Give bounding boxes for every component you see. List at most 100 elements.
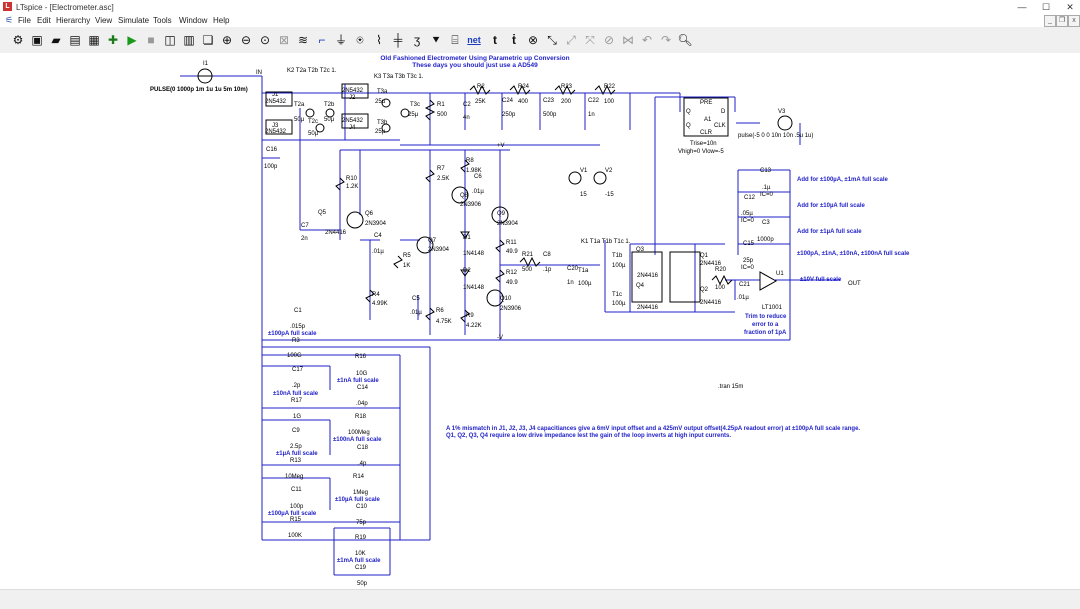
capacitor-icon[interactable]: ╪ bbox=[390, 32, 406, 48]
label-C19-value: 50p bbox=[357, 581, 368, 587]
run-icon[interactable]: ▶ bbox=[124, 32, 140, 48]
document-icon[interactable]: ⚟ bbox=[5, 15, 13, 26]
label-icon[interactable]: ⍟ bbox=[352, 32, 368, 48]
menu-simulate[interactable]: Simulate bbox=[118, 16, 149, 25]
label-C5-value: .01µ bbox=[410, 310, 422, 316]
label-C10: C10 bbox=[356, 504, 368, 510]
wire-icon[interactable]: ⌐ bbox=[314, 32, 330, 48]
text-icon[interactable]: t bbox=[487, 32, 503, 48]
tile-vertical-icon[interactable]: ▥ bbox=[181, 32, 197, 48]
component-icon[interactable]: ⌸ bbox=[447, 32, 463, 48]
label-R4-value: 4.99K bbox=[372, 301, 388, 307]
label-R3: R3 bbox=[292, 338, 300, 344]
label-C21: C21 bbox=[739, 282, 751, 288]
label-V1-value: 15 bbox=[580, 192, 587, 198]
label-C11-value: 100p bbox=[290, 504, 304, 510]
label-R20-value: 100 bbox=[715, 285, 726, 291]
menu-tools[interactable]: Tools bbox=[153, 16, 172, 25]
menu-edit[interactable]: Edit bbox=[37, 16, 51, 25]
print-icon[interactable]: ▦ bbox=[86, 32, 102, 48]
inductor-icon[interactable]: ʒ bbox=[409, 32, 425, 48]
label-T1a: T1a bbox=[578, 268, 589, 274]
label-Q10-value: 2N3906 bbox=[500, 306, 522, 312]
label-Q3-value: 2N4416 bbox=[637, 273, 659, 279]
menu-bar: ⚟ File Edit Hierarchy View Simulate Tool… bbox=[0, 14, 1080, 27]
label-Q6: Q6 bbox=[365, 211, 374, 217]
label-C17-full-scale: ±10nA full scale bbox=[273, 391, 319, 397]
label-C2: C2 bbox=[463, 102, 471, 108]
note-drive-impedance: Q1, Q2, Q3, Q4 require a low drive imped… bbox=[446, 433, 731, 439]
label-R21: R21 bbox=[522, 252, 534, 258]
diode-icon[interactable]: ⯆ bbox=[428, 32, 444, 48]
label-C3-value: 1000p bbox=[757, 237, 774, 243]
tile-horizontal-icon[interactable]: ◫ bbox=[162, 32, 178, 48]
menu-file[interactable]: File bbox=[18, 16, 31, 25]
spice-directive-tran[interactable]: .tran 15m bbox=[718, 384, 743, 390]
zoom-area-icon[interactable]: ⊙ bbox=[257, 32, 273, 48]
minimize-button[interactable]: — bbox=[1010, 1, 1034, 13]
spice-directive-icon[interactable]: ṫ bbox=[506, 32, 522, 48]
label-C17: C17 bbox=[292, 367, 304, 373]
find-icon[interactable]: 🔍︎ bbox=[677, 32, 693, 48]
autorange-icon[interactable]: ≋ bbox=[295, 32, 311, 48]
label-R19-value: 10K bbox=[355, 551, 366, 557]
label-R6-value: 4.75K bbox=[436, 319, 452, 325]
settings-gear-icon[interactable]: ⚙ bbox=[10, 32, 26, 48]
mdi-minimize-button[interactable]: _ bbox=[1044, 15, 1056, 27]
halt-icon[interactable]: ■ bbox=[143, 32, 159, 48]
label-Q: Q bbox=[686, 109, 691, 115]
zoom-in-icon[interactable]: ⊕ bbox=[219, 32, 235, 48]
label-C14-value: .04p bbox=[356, 401, 368, 407]
save-icon[interactable]: ▤ bbox=[67, 32, 83, 48]
label-10V-full-scale: ±10V full scale bbox=[800, 277, 842, 283]
menu-help[interactable]: Help bbox=[213, 16, 229, 25]
drag-icon[interactable]: ⤢ bbox=[563, 32, 579, 48]
label-R21-value: 500 bbox=[522, 267, 533, 273]
label-R13: R13 bbox=[290, 458, 302, 464]
label-R15: R15 bbox=[290, 517, 302, 523]
label-R16-value: 10G bbox=[356, 371, 368, 377]
label-C7-value: 2n bbox=[301, 236, 308, 242]
schematic-canvas[interactable]: Old Fashioned Electrometer Using Paramet… bbox=[0, 53, 1080, 589]
label-Q6-value: 2N3904 bbox=[365, 221, 387, 227]
ground-icon[interactable]: ⏚ bbox=[333, 32, 349, 48]
mdi-close-button[interactable]: x bbox=[1068, 15, 1080, 27]
menu-window[interactable]: Window bbox=[179, 16, 207, 25]
opamp-U1[interactable] bbox=[759, 271, 778, 291]
maximize-button[interactable]: ☐ bbox=[1034, 1, 1058, 13]
label-R7: R7 bbox=[437, 166, 445, 172]
label-R9-value: 4.22K bbox=[466, 323, 482, 329]
rotate-icon[interactable]: ⋈ bbox=[620, 32, 636, 48]
open-icon[interactable]: ▣ bbox=[29, 32, 45, 48]
menu-view[interactable]: View bbox=[95, 16, 112, 25]
label-R10: R10 bbox=[346, 176, 358, 182]
cascade-icon[interactable]: ❏ bbox=[200, 32, 216, 48]
close-button[interactable]: ✕ bbox=[1058, 1, 1080, 13]
move-icon[interactable]: ⤡ bbox=[544, 32, 560, 48]
zoom-fit-icon[interactable]: ⊠ bbox=[276, 32, 292, 48]
net-icon[interactable]: net bbox=[466, 32, 482, 48]
label-T2c: T2c bbox=[308, 119, 318, 125]
paste-icon[interactable]: ⤧ bbox=[582, 32, 598, 48]
redo-icon[interactable]: ↷ bbox=[658, 32, 674, 48]
menu-hierarchy[interactable]: Hierarchy bbox=[56, 16, 90, 25]
label-Q7-value: 2N3904 bbox=[428, 247, 450, 253]
mdi-restore-button[interactable]: ❐ bbox=[1056, 15, 1068, 27]
zoom-out-icon[interactable]: ⊖ bbox=[238, 32, 254, 48]
undo-icon[interactable]: ↶ bbox=[639, 32, 655, 48]
label-C15-value: 25p bbox=[743, 258, 754, 264]
resistor-icon[interactable]: ⌇ bbox=[371, 32, 387, 48]
open-folder-icon[interactable]: ▰ bbox=[48, 32, 64, 48]
label-R5-value: 1K bbox=[403, 263, 410, 269]
voltage-source-V3[interactable] bbox=[777, 115, 793, 131]
label-A1-levels: Vhigh=0 Vlow=-5 bbox=[678, 149, 724, 155]
label-R18-value: 100Meg bbox=[348, 430, 370, 436]
label-R19: R19 bbox=[355, 535, 367, 541]
label-C13: C13 bbox=[760, 168, 772, 174]
delete-icon[interactable]: ⊗ bbox=[525, 32, 541, 48]
control-panel-icon[interactable]: ✚ bbox=[105, 32, 121, 48]
label-C1-value: .015p bbox=[290, 324, 306, 330]
mirror-icon[interactable]: ⊘ bbox=[601, 32, 617, 48]
label-R8: R8 bbox=[466, 158, 474, 164]
label-Q9-value: 2N3904 bbox=[497, 221, 519, 227]
